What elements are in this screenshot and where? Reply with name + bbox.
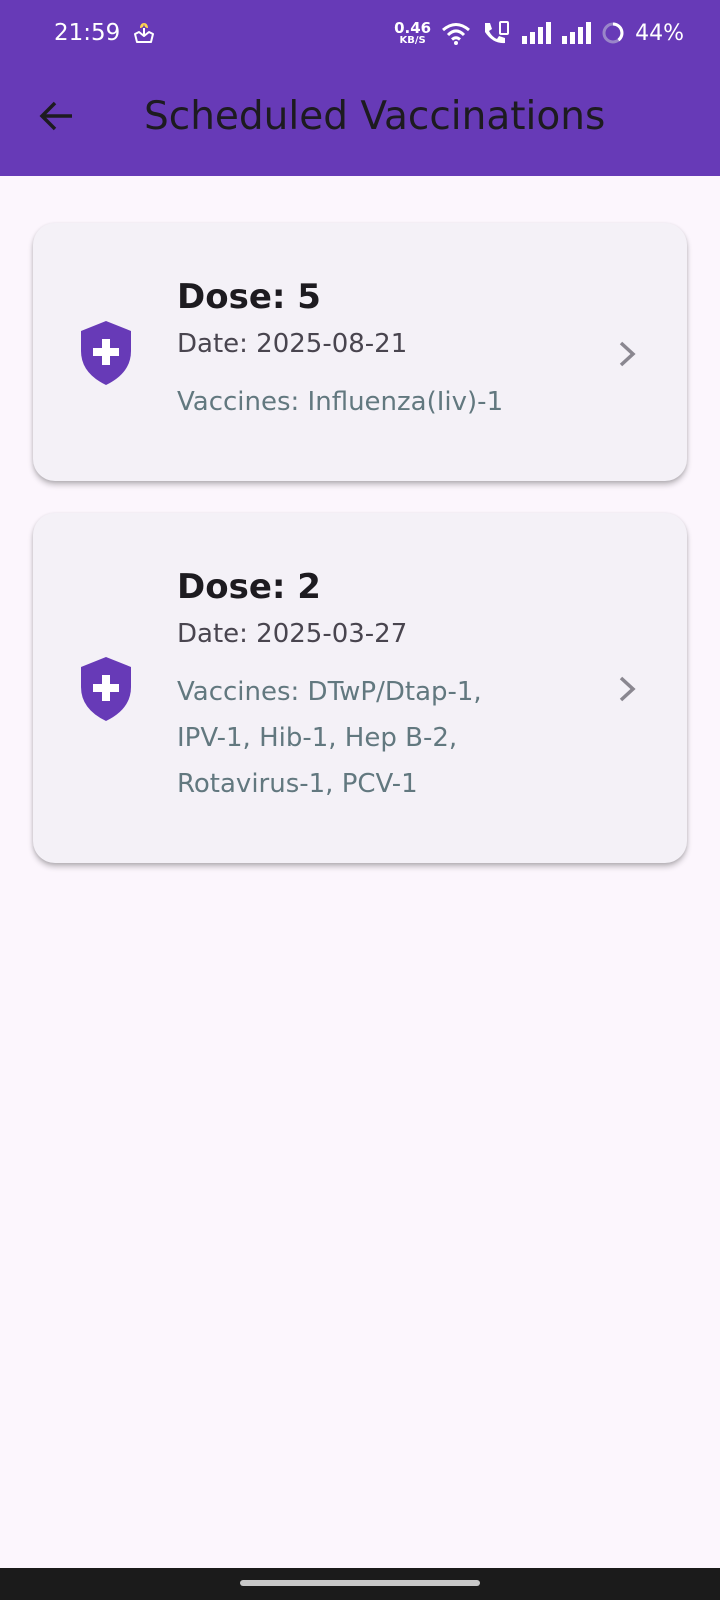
- arrow-back-icon: [39, 101, 72, 131]
- home-gesture-handle[interactable]: [240, 1580, 480, 1586]
- date-label: Date: 2025-08-21: [177, 329, 408, 359]
- vaccines-label: Vaccines: DTwP/Dtap-1, IPV-1, Hib-1, Hep…: [177, 669, 557, 807]
- vaccines-line: Vaccines: Influenza(Iiv)-1: [177, 387, 504, 417]
- app-bar: 21:59 0.46 KB/S 44% Scheduled Vaccinatio…: [0, 0, 720, 176]
- wifi-icon: [442, 23, 471, 45]
- page-title: Scheduled Vaccinations: [144, 94, 606, 139]
- wifi-calling-icon: [485, 21, 510, 44]
- vaccines-line: IPV-1, Hib-1, Hep B-2,: [177, 723, 458, 753]
- status-time: 21:59: [54, 20, 121, 46]
- shield-plus-icon: [81, 321, 131, 385]
- schedule-content: Dose: 2 Date: 2025-03-27 Vaccines: DTwP/…: [177, 565, 557, 807]
- vaccines-line: Rotavirus-1, PCV-1: [177, 769, 418, 799]
- battery-percentage: 44%: [635, 20, 684, 46]
- net-speed: 0.46 KB/S: [394, 18, 432, 46]
- vaccines-line: Vaccines: DTwP/Dtap-1,: [177, 677, 482, 707]
- chevron-right-icon: [619, 676, 636, 702]
- back-button[interactable]: [30, 90, 82, 142]
- shield-plus-icon: [81, 657, 131, 721]
- signal-icon: [562, 22, 592, 44]
- schedule-content: Dose: 5 Date: 2025-08-21 Vaccines: Influ…: [177, 275, 557, 425]
- schedule-card[interactable]: Dose: 2 Date: 2025-03-27 Vaccines: DTwP/…: [33, 513, 687, 863]
- navigation-bar: [0, 1568, 720, 1600]
- hand-plant-icon: [134, 23, 154, 43]
- dose-label: Dose: 5: [177, 277, 321, 317]
- toolbar: Scheduled Vaccinations: [0, 66, 720, 176]
- dose-label: Dose: 2: [177, 567, 321, 607]
- date-label: Date: 2025-03-27: [177, 619, 408, 649]
- chevron-right-icon: [619, 341, 636, 367]
- signal-icon: [522, 22, 552, 44]
- schedule-card[interactable]: Dose: 5 Date: 2025-08-21 Vaccines: Influ…: [33, 223, 687, 481]
- status-bar: 21:59 0.46 KB/S 44%: [0, 0, 720, 66]
- vaccines-label: Vaccines: Influenza(Iiv)-1: [177, 379, 557, 425]
- battery-ring-icon: [602, 22, 624, 44]
